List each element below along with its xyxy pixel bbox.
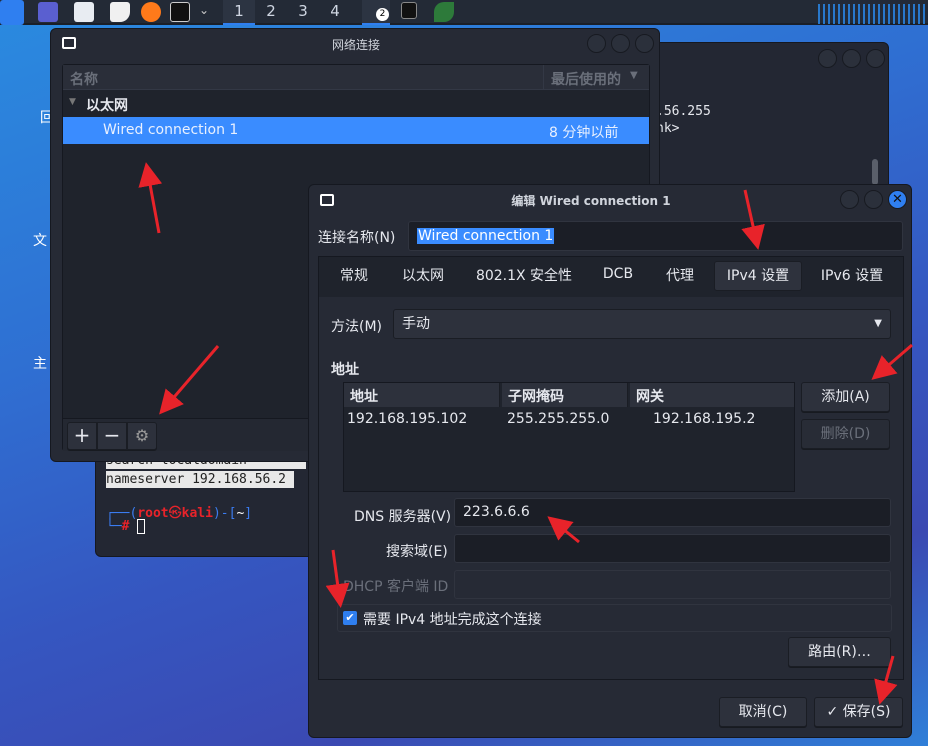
annotation-overlay [138, 162, 913, 705]
annotation-arrow [874, 655, 898, 705]
annotation-arrow [138, 162, 163, 234]
annotation-arrow [741, 189, 765, 250]
annotation-arrow [547, 516, 580, 544]
annotation-arrow [871, 343, 913, 380]
annotation-arrow [159, 345, 220, 415]
annotation-arrow [325, 549, 350, 608]
